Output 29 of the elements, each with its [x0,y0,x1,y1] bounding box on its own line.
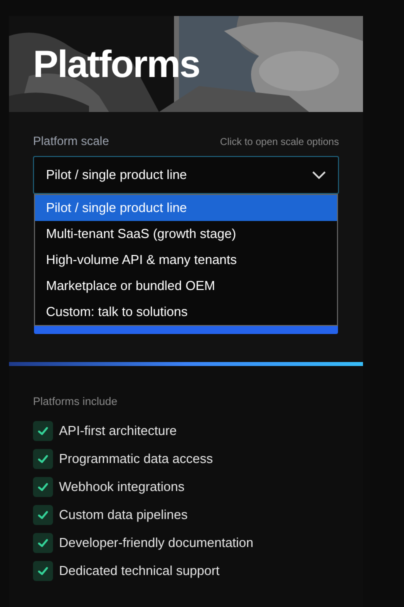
feature-label: API-first architecture [59,422,177,440]
dropdown-option[interactable]: Pilot / single product line [35,195,337,221]
dropdown-option[interactable]: Multi-tenant SaaS (growth stage) [35,221,337,247]
check-icon [37,536,49,548]
section-heading: Platforms include [33,395,118,410]
checkbox[interactable] [33,476,53,496]
checkbox[interactable] [33,532,53,552]
check-icon [37,508,49,520]
field-label: Platform scale [33,133,110,150]
checkbox[interactable] [33,420,53,440]
feature-label: Dedicated technical support [59,562,220,580]
feature-label: Developer-friendly documentation [59,534,254,552]
scale-select[interactable]: Pilot / single product line [33,156,339,194]
check-icon [37,564,49,576]
checkbox[interactable] [33,504,53,524]
check-icon [37,480,49,492]
dropdown-option[interactable]: Marketplace or bundled OEM [35,273,337,299]
check-icon [37,452,49,464]
chevron-down-icon [312,171,326,179]
feature-label: Custom data pipelines [59,506,188,524]
checkbox[interactable] [33,448,53,468]
dropdown-option[interactable]: Custom: talk to solutions [35,299,337,325]
page-title: Platforms [33,46,200,84]
checkbox[interactable] [33,560,53,580]
feature-label: Programmatic data access [59,450,213,468]
hint-text: Click to open scale options [220,136,339,150]
check-icon [37,424,49,436]
feature-label: Webhook integrations [59,478,185,496]
dropdown-option[interactable]: High-volume API & many tenants [35,247,337,273]
